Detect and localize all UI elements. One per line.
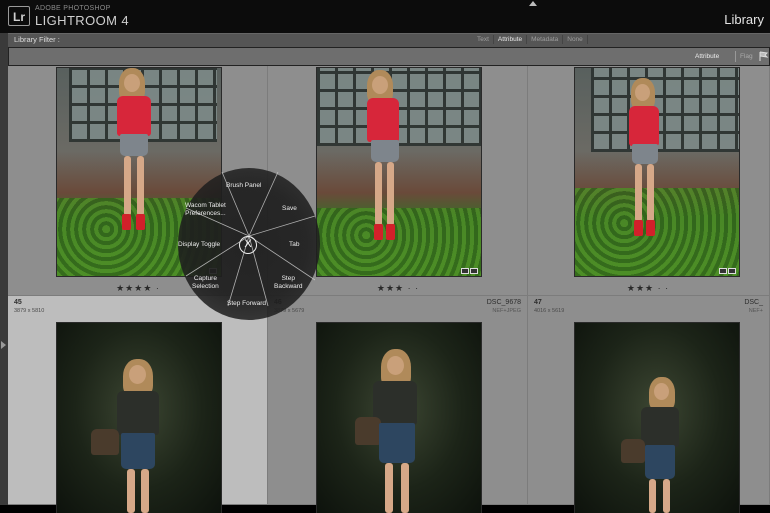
app-name-label: LIGHTROOM 4 [35,13,129,28]
radial-step-forward[interactable]: Step Forward [227,300,266,308]
cell-dimensions: 3879 x 5810 [14,308,45,314]
close-icon[interactable]: X [239,236,257,254]
star-rating[interactable]: ★★★ · · [358,283,438,294]
filter-tabs: Text Attribute Metadata None [473,35,588,44]
attribute-label: Attribute [695,53,720,60]
app-titlebar: Lr ADOBE PHOTOSHOP LIGHTROOM 4 Library [0,0,770,33]
foliage [575,188,739,276]
radial-brush-panel[interactable]: Brush Panel [226,182,261,190]
thumbnail-grid: ★★★★ · ★★★ · · ★★★ · · 45 3879 x 5810 38… [8,66,770,513]
radial-step-backward[interactable]: Step Backward [274,275,303,291]
background-window [317,68,481,146]
lightroom-logo: Lr [8,6,30,26]
radial-capture-selection[interactable]: Capture Selection [192,275,219,291]
attribute-filter-bar: Attribute Flag [8,47,770,66]
radial-tab[interactable]: Tab [289,241,299,249]
metadata-badge-icon [461,268,469,274]
cell-index: 45 [14,299,22,306]
thumbnail-image[interactable] [317,323,481,513]
flag-icon[interactable] [758,51,770,62]
cell-index: 47 [534,299,542,306]
thumbnail-image[interactable] [57,323,221,513]
cell-dimensions: 4016 x 5619 [534,308,565,314]
filter-tab-text[interactable]: Text [473,35,494,44]
thumbnail-image[interactable] [575,68,739,276]
cell-format: NEF+JPEG [492,308,521,314]
grid-cell[interactable]: ★★★ · · [528,66,770,296]
left-panel-toggle-icon[interactable] [1,341,6,349]
filter-tab-none[interactable]: None [563,35,588,44]
module-library-title[interactable]: Library [724,12,764,27]
library-filter-bar: Library Filter : Text Attribute Metadata… [8,33,770,47]
grid-cell[interactable]: 47 4016 x 5619 DSC_ NEF+ [528,296,770,513]
left-panel-edge [0,33,8,505]
cell-filename: DSC_9678 [486,299,521,306]
cell-format: NEF+ [748,308,763,314]
flag-label: Flag [740,53,753,60]
cell-filename: DSC_ [744,299,763,306]
edit-badge-icon [470,268,478,274]
edit-badge-icon [728,268,736,274]
foliage [317,208,481,276]
app-vendor-label: ADOBE PHOTOSHOP [35,5,111,12]
radial-display-toggle[interactable]: Display Toggle [178,241,220,249]
grid-cell[interactable]: 46 3879 x 5679 DSC_9678 NEF+JPEG [268,296,528,513]
radial-wacom-preferences[interactable]: Wacom Tablet Preferences... [185,202,226,218]
grid-cell-selected[interactable]: 45 3879 x 5810 [8,296,268,513]
attribute-divider [735,51,736,62]
metadata-badge-icon [719,268,727,274]
thumbnail-image[interactable] [317,68,481,276]
thumbnail-image[interactable] [575,323,739,513]
radial-menu: Brush Panel Wacom Tablet Preferences... S… [178,168,320,320]
filter-tab-attribute[interactable]: Attribute [494,35,528,44]
star-rating[interactable]: ★★★ · · [608,283,688,294]
top-panel-toggle-icon[interactable] [529,1,537,6]
filter-tab-metadata[interactable]: Metadata [527,35,564,44]
background-window [591,68,739,152]
library-filter-label: Library Filter : [14,35,60,44]
star-rating[interactable]: ★★★★ · [98,283,178,294]
radial-save[interactable]: Save [282,205,297,213]
